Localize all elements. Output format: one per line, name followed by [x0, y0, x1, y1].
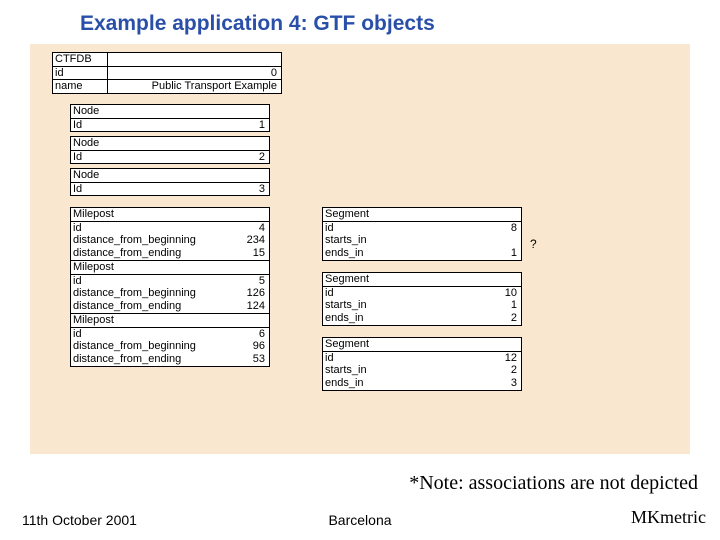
footer-brand: MKmetric	[631, 507, 706, 528]
segment-object: Segment id12 starts_in2 ends_in3	[322, 337, 522, 391]
node-id: 1	[126, 119, 269, 132]
question-mark: ?	[530, 237, 537, 251]
mp-dfb-label: distance_from_beginning	[71, 234, 216, 247]
mp-dfb-label: distance_from_beginning	[71, 340, 216, 353]
seg-starts	[423, 234, 521, 247]
node-object: Node Id2	[70, 136, 270, 164]
node-id-label: Id	[71, 183, 126, 196]
mp-dfb-label: distance_from_beginning	[71, 287, 216, 300]
mp-dfe: 124	[216, 300, 269, 313]
mp-dfb: 96	[216, 340, 269, 353]
ctfdb-name: Public Transport Example	[108, 80, 281, 93]
seg-id: 8	[423, 222, 521, 235]
footer-location: Barcelona	[0, 512, 720, 528]
seg-id-label: id	[323, 287, 423, 300]
node-object: Node Id1	[70, 104, 270, 132]
segment-object: Segment id8 starts_in ends_in1	[322, 207, 522, 261]
segment-head: Segment	[323, 208, 423, 221]
mp-id-label: id	[71, 328, 216, 341]
ctfdb-id: 0	[108, 67, 281, 80]
node-head: Node	[71, 137, 126, 150]
mp-dfe-label: distance_from_ending	[71, 300, 216, 313]
mp-dfb: 234	[216, 234, 269, 247]
node-id: 2	[126, 151, 269, 164]
seg-ends-label: ends_in	[323, 247, 423, 260]
segment-head: Segment	[323, 273, 423, 286]
seg-id: 10	[423, 287, 521, 300]
milepost-object: Milepost id6 distance_from_beginning96 d…	[70, 313, 270, 367]
seg-starts: 1	[423, 299, 521, 312]
node-id: 3	[126, 183, 269, 196]
seg-id: 12	[423, 352, 521, 365]
segment-head: Segment	[323, 338, 423, 351]
mp-id-label: id	[71, 275, 216, 288]
seg-id-label: id	[323, 352, 423, 365]
milepost-object: Milepost id4 distance_from_beginning234 …	[70, 207, 270, 261]
milepost-head: Milepost	[71, 314, 216, 327]
slide-title: Example application 4: GTF objects	[80, 12, 435, 36]
footnote: *Note: associations are not depicted	[409, 472, 698, 495]
mp-dfe-label: distance_from_ending	[71, 353, 216, 366]
mp-dfb: 126	[216, 287, 269, 300]
mp-dfe: 53	[216, 353, 269, 366]
node-head: Node	[71, 105, 126, 118]
segment-object: Segment id10 starts_in1 ends_in2	[322, 272, 522, 326]
seg-ends-label: ends_in	[323, 377, 423, 390]
seg-starts-label: starts_in	[323, 299, 423, 312]
diagram-canvas: CTFDB id0 namePublic Transport Example N…	[30, 44, 690, 454]
mp-id-label: id	[71, 222, 216, 235]
seg-ends: 3	[423, 377, 521, 390]
seg-ends: 2	[423, 312, 521, 325]
ctfdb-head: CTFDB	[53, 53, 108, 66]
node-head: Node	[71, 169, 126, 182]
milepost-object: Milepost id5 distance_from_beginning126 …	[70, 260, 270, 314]
mp-id: 4	[216, 222, 269, 235]
seg-ends-label: ends_in	[323, 312, 423, 325]
node-id-label: Id	[71, 119, 126, 132]
milepost-head: Milepost	[71, 208, 216, 221]
seg-id-label: id	[323, 222, 423, 235]
seg-ends: 1	[423, 247, 521, 260]
mp-id: 5	[216, 275, 269, 288]
ctfdb-name-label: name	[53, 80, 108, 93]
ctfdb-object: CTFDB id0 namePublic Transport Example	[52, 52, 282, 94]
mp-dfe: 15	[216, 247, 269, 260]
ctfdb-id-label: id	[53, 67, 108, 80]
seg-starts-label: starts_in	[323, 364, 423, 377]
node-object: Node Id3	[70, 168, 270, 196]
mp-dfe-label: distance_from_ending	[71, 247, 216, 260]
milepost-head: Milepost	[71, 261, 216, 274]
mp-id: 6	[216, 328, 269, 341]
seg-starts-label: starts_in	[323, 234, 423, 247]
node-id-label: Id	[71, 151, 126, 164]
seg-starts: 2	[423, 364, 521, 377]
